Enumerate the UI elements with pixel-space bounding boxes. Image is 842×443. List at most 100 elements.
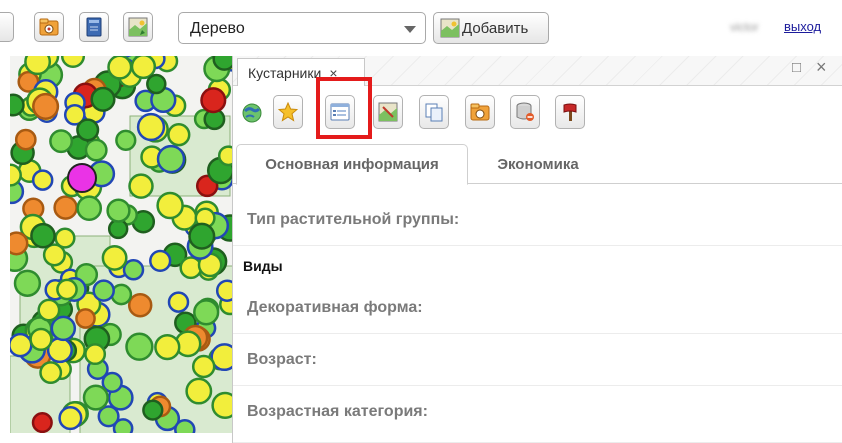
inner-tabs: Основная информация Экономика <box>233 144 842 185</box>
tree-marker[interactable] <box>56 278 78 301</box>
map-layer-icon <box>128 17 148 37</box>
add-button-label: Добавить <box>462 19 529 37</box>
tree-marker[interactable] <box>29 327 53 352</box>
tree-marker[interactable] <box>90 86 116 112</box>
tree-marker[interactable] <box>101 244 128 271</box>
tree-marker[interactable] <box>10 93 25 117</box>
copy-icon <box>425 103 443 122</box>
tree-marker[interactable] <box>60 56 86 69</box>
tree-marker[interactable] <box>24 56 52 76</box>
tree-marker[interactable] <box>115 129 137 151</box>
tree-marker[interactable] <box>136 112 166 142</box>
tree-marker[interactable] <box>32 92 60 120</box>
tree-marker[interactable] <box>37 298 61 322</box>
tree-marker[interactable] <box>215 279 232 302</box>
tree-marker[interactable] <box>76 118 100 142</box>
shrubs-panel: Кустарники × □ × Основная информация Эко… <box>232 56 842 443</box>
tree-marker[interactable] <box>30 222 56 249</box>
partial-toolbar-button[interactable] <box>0 12 14 42</box>
favorite-button[interactable] <box>273 95 303 129</box>
map-canvas[interactable] <box>10 56 232 433</box>
tree-marker[interactable] <box>82 384 109 411</box>
book-icon <box>86 17 102 37</box>
tree-marker[interactable] <box>10 332 33 358</box>
tree-marker[interactable] <box>156 191 184 220</box>
tree-marker[interactable] <box>191 354 216 379</box>
map-view[interactable] <box>10 56 232 433</box>
add-map-icon <box>440 18 460 38</box>
tree-marker[interactable] <box>31 169 54 191</box>
tree-marker[interactable] <box>106 198 131 223</box>
folder-button[interactable] <box>465 95 495 129</box>
tree-marker[interactable] <box>211 391 232 420</box>
tree-marker[interactable] <box>146 73 167 95</box>
tree-marker[interactable] <box>122 259 145 281</box>
highlight-frame <box>316 77 372 139</box>
chevron-down-icon[interactable] <box>404 26 416 33</box>
axe-icon <box>563 103 577 121</box>
tree-marker[interactable] <box>10 163 22 187</box>
tree-marker[interactable] <box>54 227 76 249</box>
tree-marker[interactable] <box>185 377 213 405</box>
selected-shrub-marker[interactable] <box>67 163 97 193</box>
tree-marker[interactable] <box>13 269 42 297</box>
tree-marker[interactable] <box>212 56 232 71</box>
tree-marker[interactable] <box>31 412 53 433</box>
map-image-button[interactable] <box>373 95 403 129</box>
folder-icon <box>470 103 490 121</box>
tree-marker[interactable] <box>112 418 134 433</box>
tree-marker[interactable] <box>167 291 190 313</box>
user-name: victor <box>730 20 759 34</box>
tree-marker[interactable] <box>50 315 77 342</box>
field-age-category: Возрастная категория: <box>233 386 842 443</box>
tree-marker[interactable] <box>149 249 172 273</box>
tab-main-info[interactable]: Основная информация <box>236 144 468 185</box>
tree-marker[interactable] <box>39 361 63 385</box>
tree-marker[interactable] <box>92 279 115 302</box>
star-icon <box>278 102 298 122</box>
maximize-icon[interactable]: □ <box>792 59 801 76</box>
tab-economics[interactable]: Экономика <box>473 144 603 184</box>
globe-button[interactable] <box>241 102 263 124</box>
add-button[interactable]: Добавить <box>433 12 549 44</box>
delete-record-button[interactable] <box>510 95 540 129</box>
tree-marker[interactable] <box>167 123 191 147</box>
tree-marker[interactable] <box>10 231 29 256</box>
drawing-folder-button[interactable] <box>34 12 64 42</box>
tree-marker[interactable] <box>84 138 108 162</box>
map-layer-button[interactable] <box>123 12 153 42</box>
tree-marker[interactable] <box>127 292 153 318</box>
tree-marker[interactable] <box>14 128 37 151</box>
logout-link[interactable]: выход <box>784 19 821 34</box>
tree-marker[interactable] <box>75 308 96 329</box>
object-type-select[interactable]: Дерево <box>178 12 426 44</box>
top-toolbar: Дерево Добавить victor выход <box>0 0 842 56</box>
tree-marker[interactable] <box>84 343 107 366</box>
tree-marker[interactable] <box>58 406 83 431</box>
copy-button[interactable] <box>419 95 449 129</box>
cut-down-button[interactable] <box>555 95 585 129</box>
tree-marker[interactable] <box>128 173 154 199</box>
close-panel-icon[interactable]: × <box>816 57 827 78</box>
delete-db-icon <box>516 102 534 121</box>
tree-marker[interactable] <box>193 299 220 326</box>
book-button[interactable] <box>79 12 109 42</box>
globe-icon <box>242 103 262 123</box>
tree-marker[interactable] <box>49 129 74 154</box>
tree-marker[interactable] <box>142 399 164 421</box>
tree-marker[interactable] <box>200 87 227 114</box>
field-decorative-form: Декоративная форма: <box>233 278 842 334</box>
tree-marker[interactable] <box>76 195 103 222</box>
tree-marker[interactable] <box>53 195 78 220</box>
tree-marker[interactable] <box>154 333 181 361</box>
tree-marker[interactable] <box>217 145 232 167</box>
tree-marker[interactable] <box>156 144 186 174</box>
tree-marker[interactable] <box>125 332 154 361</box>
tree-marker[interactable] <box>174 418 196 433</box>
tree-marker[interactable] <box>130 56 157 80</box>
tree-marker[interactable] <box>179 256 203 280</box>
tree-marker[interactable] <box>188 222 216 250</box>
tree-marker[interactable] <box>107 56 133 80</box>
tree-marker[interactable] <box>101 371 123 394</box>
field-vegetation-group-type: Тип растительной группы: <box>233 184 842 246</box>
